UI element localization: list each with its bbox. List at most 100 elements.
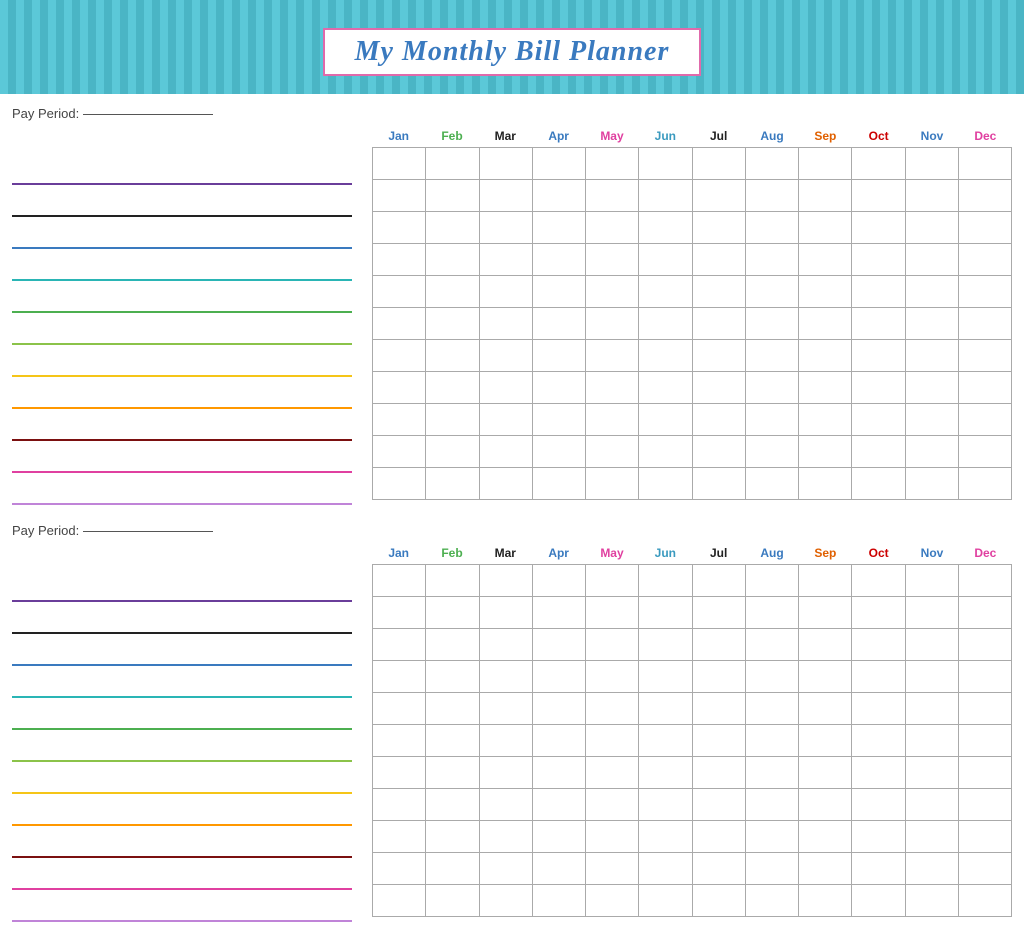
table-row[interactable] <box>639 629 692 661</box>
table-row[interactable] <box>533 597 586 629</box>
table-row[interactable] <box>373 276 426 308</box>
table-row[interactable] <box>639 308 692 340</box>
table-row[interactable] <box>426 308 479 340</box>
table-row[interactable] <box>959 436 1012 468</box>
table-row[interactable] <box>373 693 426 725</box>
table-row[interactable] <box>639 725 692 757</box>
table-row[interactable] <box>373 821 426 853</box>
table-row[interactable] <box>586 340 639 372</box>
table-row[interactable] <box>533 340 586 372</box>
table-row[interactable] <box>426 148 479 180</box>
table-row[interactable] <box>746 725 799 757</box>
table-row[interactable] <box>480 404 533 436</box>
table-row[interactable] <box>799 244 852 276</box>
table-row[interactable] <box>533 404 586 436</box>
table-row[interactable] <box>480 821 533 853</box>
table-row[interactable] <box>480 725 533 757</box>
table-row[interactable] <box>959 468 1012 500</box>
table-row[interactable] <box>480 565 533 597</box>
table-row[interactable] <box>373 789 426 821</box>
table-row[interactable] <box>426 212 479 244</box>
table-row[interactable] <box>799 180 852 212</box>
table-row[interactable] <box>693 725 746 757</box>
table-row[interactable] <box>852 629 905 661</box>
table-row[interactable] <box>746 436 799 468</box>
table-row[interactable] <box>852 276 905 308</box>
table-row[interactable] <box>852 661 905 693</box>
table-row[interactable] <box>906 661 959 693</box>
table-row[interactable] <box>693 661 746 693</box>
table-row[interactable] <box>373 212 426 244</box>
table-row[interactable] <box>959 757 1012 789</box>
table-row[interactable] <box>906 404 959 436</box>
table-row[interactable] <box>426 885 479 917</box>
table-row[interactable] <box>799 853 852 885</box>
table-row[interactable] <box>799 693 852 725</box>
table-row[interactable] <box>533 276 586 308</box>
table-row[interactable] <box>959 340 1012 372</box>
table-row[interactable] <box>693 372 746 404</box>
table-row[interactable] <box>373 148 426 180</box>
table-row[interactable] <box>906 212 959 244</box>
table-row[interactable] <box>639 565 692 597</box>
table-row[interactable] <box>959 885 1012 917</box>
table-row[interactable] <box>693 180 746 212</box>
table-row[interactable] <box>852 693 905 725</box>
table-row[interactable] <box>693 597 746 629</box>
table-row[interactable] <box>373 436 426 468</box>
table-row[interactable] <box>906 276 959 308</box>
table-row[interactable] <box>906 757 959 789</box>
table-row[interactable] <box>639 212 692 244</box>
table-row[interactable] <box>373 757 426 789</box>
table-row[interactable] <box>373 853 426 885</box>
table-row[interactable] <box>426 693 479 725</box>
table-row[interactable] <box>693 436 746 468</box>
table-row[interactable] <box>852 372 905 404</box>
table-row[interactable] <box>480 789 533 821</box>
table-row[interactable] <box>799 276 852 308</box>
table-row[interactable] <box>746 597 799 629</box>
table-row[interactable] <box>639 436 692 468</box>
table-row[interactable] <box>959 404 1012 436</box>
table-row[interactable] <box>693 629 746 661</box>
table-row[interactable] <box>693 789 746 821</box>
table-row[interactable] <box>852 853 905 885</box>
table-row[interactable] <box>533 212 586 244</box>
table-row[interactable] <box>639 180 692 212</box>
table-row[interactable] <box>799 212 852 244</box>
table-row[interactable] <box>693 693 746 725</box>
table-row[interactable] <box>533 565 586 597</box>
table-row[interactable] <box>693 404 746 436</box>
table-row[interactable] <box>693 565 746 597</box>
table-row[interactable] <box>852 244 905 276</box>
table-row[interactable] <box>533 244 586 276</box>
table-row[interactable] <box>906 789 959 821</box>
table-row[interactable] <box>852 148 905 180</box>
table-row[interactable] <box>586 693 639 725</box>
table-row[interactable] <box>426 180 479 212</box>
table-row[interactable] <box>852 212 905 244</box>
table-row[interactable] <box>480 276 533 308</box>
table-row[interactable] <box>426 629 479 661</box>
table-row[interactable] <box>480 372 533 404</box>
table-row[interactable] <box>799 468 852 500</box>
table-row[interactable] <box>586 308 639 340</box>
table-row[interactable] <box>959 180 1012 212</box>
table-row[interactable] <box>746 180 799 212</box>
table-row[interactable] <box>533 180 586 212</box>
table-row[interactable] <box>746 340 799 372</box>
table-row[interactable] <box>693 212 746 244</box>
table-row[interactable] <box>586 404 639 436</box>
table-row[interactable] <box>746 565 799 597</box>
table-row[interactable] <box>906 821 959 853</box>
table-row[interactable] <box>746 821 799 853</box>
table-row[interactable] <box>906 308 959 340</box>
table-row[interactable] <box>533 853 586 885</box>
table-row[interactable] <box>746 661 799 693</box>
table-row[interactable] <box>799 148 852 180</box>
table-row[interactable] <box>906 565 959 597</box>
table-row[interactable] <box>746 372 799 404</box>
table-row[interactable] <box>746 308 799 340</box>
table-row[interactable] <box>426 821 479 853</box>
table-row[interactable] <box>373 404 426 436</box>
